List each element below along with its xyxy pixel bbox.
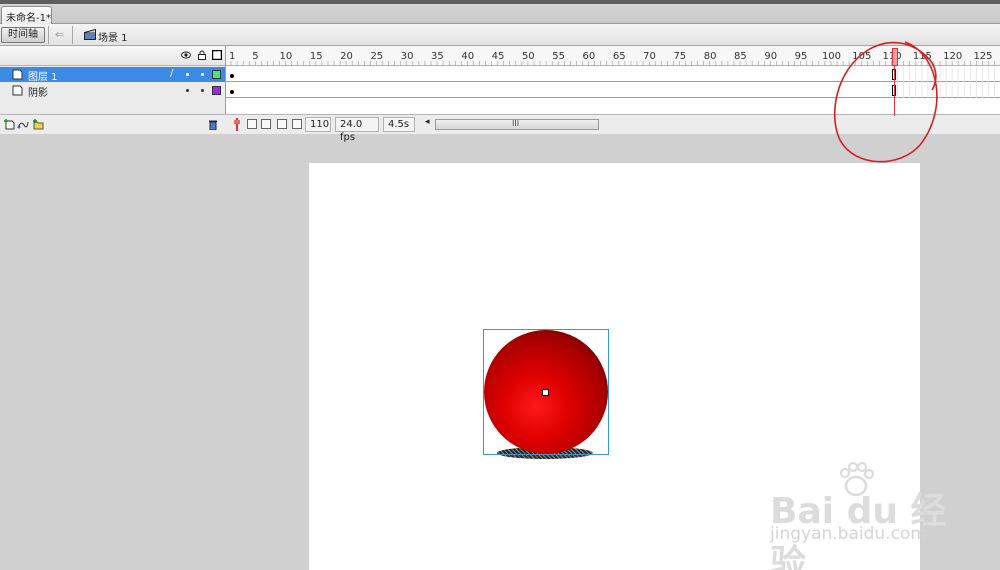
keyframe-dot[interactable]	[230, 90, 234, 94]
timeline-status-bar: 110 24.0 fps 4.5s ◂ III	[225, 114, 1000, 143]
ruler-label: 55	[552, 51, 565, 62]
frame-row-layer1[interactable]	[226, 67, 1000, 82]
registration-point-icon	[542, 389, 549, 396]
keyframe-dot[interactable]	[230, 74, 234, 78]
ruler-label: 35	[431, 51, 444, 62]
ruler-label: 15	[309, 51, 323, 62]
ruler-label: 50	[521, 51, 535, 62]
layer-icon	[12, 85, 23, 96]
playhead-line	[894, 66, 895, 116]
clapperboard-icon	[84, 29, 96, 40]
ruler-label: 45	[491, 51, 505, 62]
separator	[72, 26, 73, 44]
scene-name[interactable]: 场景 1	[98, 29, 128, 44]
layers-header	[0, 46, 225, 66]
edit-bar: 时间轴 ⇐ 场景 1	[0, 24, 1000, 46]
eye-icon[interactable]	[181, 50, 191, 60]
layers-footer	[0, 114, 225, 134]
ruler-label: 20	[340, 51, 353, 62]
lock-icon[interactable]	[197, 50, 207, 60]
trash-icon[interactable]	[207, 119, 219, 130]
ruler-label: 70	[643, 51, 656, 62]
document-tab[interactable]: 未命名-1*	[1, 6, 52, 24]
layer-row-layer1[interactable]: 图层 1 /	[0, 67, 225, 83]
ruler-label: 65	[612, 51, 626, 62]
visibility-dot[interactable]	[186, 89, 189, 92]
visibility-dot[interactable]	[186, 73, 189, 76]
ruler-label: 40	[461, 51, 475, 62]
timeline-panel: 图层 1 / 阴影 1 5 10 15 20 25 30 35 40 45 50 55 60 65 70 75…	[0, 46, 1000, 143]
frames-area[interactable]: 1 5 10 15 20 25 30 35 40 45 50 55 60 65 70 75 80 85 90 95 10…	[225, 46, 1000, 114]
ruler-label: 25	[370, 51, 384, 62]
add-motion-guide-icon[interactable]	[17, 119, 29, 130]
horizontal-scrollbar[interactable]: III	[435, 119, 599, 130]
pencil-icon: /	[170, 68, 174, 79]
current-frame-field: 110	[305, 117, 331, 132]
center-frame-icon[interactable]	[233, 118, 241, 131]
scroll-left-icon[interactable]: ◂	[425, 117, 430, 127]
playhead[interactable]	[892, 48, 898, 66]
add-layer-icon[interactable]	[3, 119, 15, 130]
ruler-label: 95	[794, 51, 808, 62]
document-tab-strip: 未命名-1*	[0, 0, 1000, 24]
ruler-label: 1	[229, 51, 236, 62]
baidu-watermark: Bai du 经验 jingyan.baidu.com	[770, 462, 950, 570]
outline-toggle-icon[interactable]	[212, 50, 222, 60]
frame-row-shadow[interactable]	[226, 83, 1000, 98]
lock-dot[interactable]	[201, 89, 204, 92]
lock-dot[interactable]	[201, 73, 204, 76]
onion-skin-icon[interactable]	[247, 119, 257, 129]
timeline-toggle-button[interactable]: 时间轴	[1, 27, 45, 43]
ruler-label: 30	[400, 51, 414, 62]
watermark-url: jingyan.baidu.com	[770, 524, 927, 544]
edit-multiple-frames-icon[interactable]	[277, 119, 287, 129]
ruler-label: 105	[852, 51, 872, 62]
layer-name[interactable]: 图层 1	[28, 68, 58, 83]
flash-editor-window: 未命名-1* 时间轴 ⇐ 场景 1 图层 1 / 阴影 1 5 10 15 20…	[0, 0, 1000, 570]
ruler-label: 80	[703, 51, 717, 62]
ruler-label: 5	[252, 51, 259, 62]
ruler-label: 100	[821, 51, 842, 62]
separator	[48, 26, 49, 44]
ruler-label: 60	[582, 51, 596, 62]
ruler-label: 125	[973, 51, 993, 62]
onion-skin-outlines-icon[interactable]	[261, 119, 271, 129]
elapsed-time-field: 4.5s	[383, 117, 415, 132]
ruler-label: 10	[279, 51, 293, 62]
ruler-label: 115	[912, 51, 932, 62]
layer-icon	[12, 69, 23, 80]
outline-color-box[interactable]	[212, 70, 221, 79]
back-arrow-icon[interactable]: ⇐	[55, 28, 64, 41]
ruler-label: 75	[673, 51, 687, 62]
scroll-grip-icon: III	[512, 119, 520, 128]
modify-onion-markers-icon[interactable]	[292, 119, 302, 129]
frame-rate-field[interactable]: 24.0 fps	[335, 117, 379, 143]
ruler-label: 85	[734, 51, 747, 62]
layer-name[interactable]: 阴影	[28, 84, 48, 99]
ruler-label: 90	[764, 51, 778, 62]
outline-color-box[interactable]	[212, 86, 221, 95]
layer-row-shadow[interactable]: 阴影	[0, 83, 225, 99]
frame-ruler[interactable]: 1 5 10 15 20 25 30 35 40 45 50 55 60 65 70 75 80 85 90 95 10…	[226, 46, 1000, 66]
add-folder-icon[interactable]	[32, 119, 44, 130]
ruler-label: 120	[943, 51, 963, 62]
